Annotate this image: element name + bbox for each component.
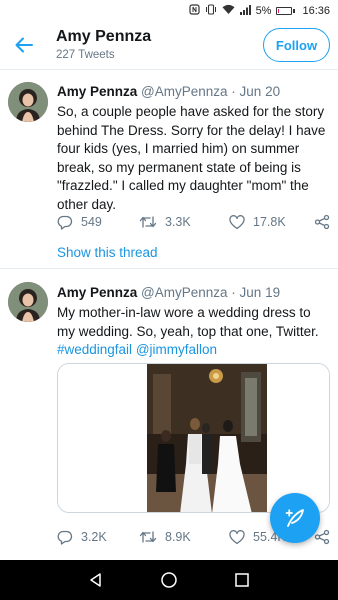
tweet-date[interactable]: Jun 19	[240, 285, 281, 300]
home-circle-icon	[161, 572, 177, 588]
tweet-header: Amy Pennza @AmyPennza · Jun 20	[57, 83, 330, 100]
share-button[interactable]	[314, 529, 330, 545]
retweet-icon	[139, 216, 157, 228]
back-triangle-icon	[90, 573, 102, 587]
retweet-count: 8.9K	[165, 530, 191, 544]
tweet-handle[interactable]: @AmyPennza	[141, 84, 228, 99]
mention-link[interactable]: @jimmyfallon	[136, 342, 217, 357]
tweet-handle[interactable]: @AmyPennza	[141, 285, 228, 300]
back-button[interactable]	[2, 22, 46, 68]
tweet-header: Amy Pennza @AmyPennza · Jun 19	[57, 284, 330, 301]
retweet-count: 3.3K	[165, 215, 191, 229]
system-nav-bar	[0, 560, 338, 600]
vibrate-icon	[205, 4, 217, 18]
reply-count: 3.2K	[81, 530, 107, 544]
reply-button[interactable]: 3.2K	[57, 529, 107, 545]
heart-icon	[229, 214, 245, 229]
tweet-text: So, a couple people have asked for the s…	[57, 104, 326, 212]
tweet-separator: ·	[227, 84, 240, 99]
nav-recents-button[interactable]	[230, 568, 254, 592]
tweet-card[interactable]: Amy Pennza @AmyPennza · Jun 20 So, a cou…	[0, 70, 338, 266]
wifi-icon	[222, 4, 235, 18]
nav-home-button[interactable]	[157, 568, 181, 592]
retweet-button[interactable]: 3.3K	[139, 214, 191, 230]
share-icon	[314, 214, 330, 230]
tweet-author-name[interactable]: Amy Pennza	[57, 84, 137, 99]
compose-tweet-button[interactable]	[270, 493, 320, 543]
reply-icon	[57, 215, 73, 230]
battery-percent: 5%	[255, 5, 272, 17]
media-photo[interactable]	[57, 363, 330, 513]
tweet-date[interactable]: Jun 20	[240, 84, 281, 99]
reply-count: 549	[81, 215, 102, 229]
retweet-button[interactable]: 8.9K	[139, 529, 191, 545]
follow-button[interactable]: Follow	[263, 28, 330, 62]
recents-square-icon	[234, 573, 249, 587]
nav-back-button[interactable]	[84, 568, 108, 592]
avatar[interactable]	[8, 282, 48, 322]
show-thread-link[interactable]: Show this thread	[57, 245, 158, 260]
share-button[interactable]	[314, 214, 330, 230]
status-time: 16:36	[302, 5, 330, 17]
reply-icon	[57, 530, 73, 545]
compose-feather-icon	[285, 509, 304, 527]
battery-icon	[276, 7, 296, 15]
tweet-author-name[interactable]: Amy Pennza	[57, 285, 137, 300]
retweet-icon	[139, 531, 157, 543]
like-button[interactable]: 17.8K	[229, 214, 286, 230]
tweet-separator: ·	[227, 285, 240, 300]
back-arrow-icon	[15, 37, 33, 53]
reply-button[interactable]: 549	[57, 214, 102, 230]
profile-name: Amy Pennza	[56, 28, 152, 45]
battery-fill	[278, 9, 280, 13]
signal-icon	[239, 4, 251, 18]
status-bar: 5% 16:36	[0, 0, 338, 22]
hashtag-link[interactable]: #weddingfail	[57, 342, 132, 357]
wedding-photo	[58, 364, 329, 512]
profile-header: Amy Pennza 227 Tweets Follow	[0, 22, 338, 68]
share-icon	[314, 529, 330, 545]
tweet-actions: 549 3.3K 17.8K	[57, 212, 330, 232]
heart-icon	[229, 529, 245, 544]
tweet-text-body: My mother-in-law wore a wedding dress to…	[57, 305, 319, 339]
nfc-icon	[188, 4, 200, 18]
avatar[interactable]	[8, 82, 48, 122]
tweet-text: My mother-in-law wore a wedding dress to…	[57, 304, 330, 360]
tweet-count: 227 Tweets	[56, 49, 115, 61]
like-count: 17.8K	[253, 215, 286, 229]
